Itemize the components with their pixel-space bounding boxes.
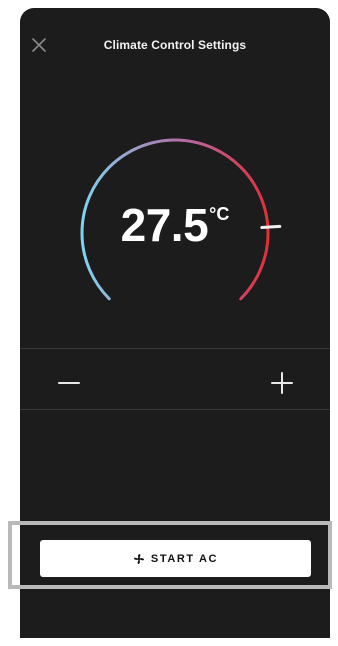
temperature-unit: °C bbox=[209, 204, 230, 224]
minus-icon bbox=[58, 382, 80, 384]
page-title: Climate Control Settings bbox=[103, 38, 247, 52]
screen: Climate Control Settings 27.5°C START AC bbox=[0, 0, 338, 646]
increase-temperature-button[interactable] bbox=[267, 370, 297, 396]
fan-icon bbox=[133, 553, 145, 565]
temperature-readout: 27.5°C bbox=[60, 198, 290, 252]
decrease-temperature-button[interactable] bbox=[54, 370, 84, 396]
start-ac-button[interactable]: START AC bbox=[40, 540, 311, 577]
divider-top bbox=[20, 348, 330, 349]
divider-bottom bbox=[20, 409, 330, 410]
temperature-value: 27.5 bbox=[120, 199, 209, 251]
start-ac-label: START AC bbox=[150, 552, 219, 565]
header: Climate Control Settings bbox=[20, 8, 330, 84]
temperature-dial[interactable]: 27.5°C bbox=[60, 118, 290, 348]
plus-icon bbox=[271, 372, 293, 394]
